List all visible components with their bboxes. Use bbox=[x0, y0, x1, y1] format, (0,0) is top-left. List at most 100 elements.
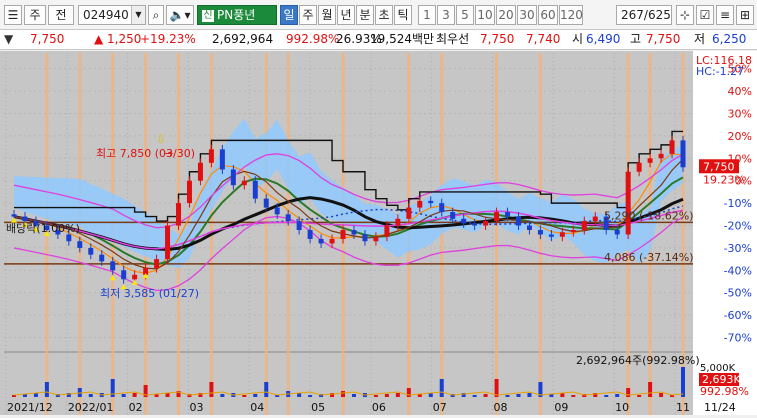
trade-amount: 19,524백만 bbox=[370, 32, 435, 46]
x-axis-label: 10 bbox=[615, 401, 629, 414]
interval-button-1[interactable]: 3 bbox=[437, 5, 455, 25]
search-icon[interactable]: ⌕ bbox=[148, 5, 164, 25]
axis-tick-label: 40% bbox=[728, 85, 752, 98]
candle-body bbox=[625, 171, 631, 235]
support-level-2-label: 4,086 (-37.14%) bbox=[604, 251, 693, 264]
candle-body bbox=[636, 162, 642, 172]
low-annotation: 최저 3,585 (01/27) bbox=[100, 287, 199, 300]
volume-bar bbox=[209, 382, 214, 397]
axis-tick-label: 30% bbox=[728, 107, 752, 120]
grid-icon[interactable]: ⊞ bbox=[736, 5, 754, 25]
candle-body bbox=[395, 218, 401, 226]
volume-bar bbox=[637, 395, 642, 397]
volume-bar bbox=[681, 367, 685, 397]
candle-body bbox=[647, 158, 653, 163]
x-axis-label: 11 bbox=[676, 401, 690, 414]
candle-body bbox=[165, 225, 171, 260]
volume-bar bbox=[648, 382, 653, 397]
period-button-1[interactable]: 주 bbox=[299, 5, 317, 25]
volume-bar bbox=[242, 395, 247, 397]
speaker-icon[interactable]: 🔈▾ bbox=[166, 5, 194, 25]
candle-body bbox=[505, 212, 511, 217]
candle-body bbox=[318, 238, 324, 244]
volume-bar bbox=[571, 395, 576, 397]
candle-body bbox=[494, 212, 500, 222]
period-button-5[interactable]: 초 bbox=[375, 5, 393, 25]
candle-body bbox=[208, 149, 214, 163]
candle-body bbox=[110, 261, 116, 271]
x-axis-label: 06 bbox=[372, 401, 386, 414]
company-icon: 신 bbox=[202, 9, 214, 22]
chart-area[interactable]: 50% 40% 30% 20% 10% 0% -10% -20% -30% -40% -50% -60… bbox=[0, 51, 757, 415]
interval-button-7[interactable]: 120 bbox=[559, 5, 583, 25]
volume-bar bbox=[472, 395, 477, 397]
company-name-button[interactable]: 신 PN풍년 bbox=[197, 5, 277, 25]
interval-button-6[interactable]: 60 bbox=[538, 5, 558, 25]
crosshair-icon[interactable]: ⊹ bbox=[676, 5, 694, 25]
chart-toolbar: ☰ 주 전 024940 ▼ ⌕ 🔈▾ 신 PN풍년 일주월년분초틱 1 3 5 10 2… bbox=[0, 0, 757, 30]
interval-button-4[interactable]: 20 bbox=[496, 5, 516, 25]
candle-body bbox=[88, 247, 94, 255]
period-button-2[interactable]: 월 bbox=[318, 5, 336, 25]
price-chart[interactable]: 50%40%30%20%10%0%-10%-20%-30%-40%-50%-60… bbox=[0, 51, 757, 415]
event-marker bbox=[495, 53, 499, 415]
candle-body bbox=[219, 149, 225, 170]
chevron-down-icon[interactable]: ▼ bbox=[4, 30, 13, 49]
volume-label: 2,692,964주(992.98%) bbox=[576, 354, 700, 367]
period-button-6[interactable]: 틱 bbox=[394, 5, 412, 25]
x-axis-label: 2022/01 bbox=[68, 401, 114, 414]
candle-body bbox=[230, 169, 236, 186]
volume-bar bbox=[341, 391, 346, 397]
x-axis-label: 2021/12 bbox=[7, 401, 53, 414]
volume-bar bbox=[527, 393, 532, 397]
candle-body bbox=[581, 221, 587, 231]
stock-code-input[interactable]: 024940 ▼ bbox=[78, 5, 146, 25]
arrow-down-icon: ⇩ bbox=[156, 132, 166, 146]
settings-icon[interactable]: ☰ bbox=[4, 5, 22, 25]
candle-body bbox=[263, 198, 269, 208]
period-button-4[interactable]: 분 bbox=[356, 5, 374, 25]
volume-bar bbox=[659, 393, 664, 397]
axis-tick-label: -30% bbox=[724, 242, 752, 255]
period-button-0[interactable]: 일 bbox=[280, 5, 298, 25]
interval-button-0[interactable]: 1 bbox=[418, 5, 436, 25]
period-button-3[interactable]: 년 bbox=[337, 5, 355, 25]
checkbox-icon[interactable]: ☑ bbox=[696, 5, 714, 25]
volume-bar bbox=[406, 388, 411, 397]
candle-body bbox=[592, 216, 598, 222]
candle-body bbox=[483, 221, 489, 226]
axis-tick-label: -70% bbox=[724, 332, 752, 345]
candle-body bbox=[307, 230, 313, 239]
volume-current-pct: 992.98% bbox=[700, 385, 749, 398]
interval-button-5[interactable]: 30 bbox=[517, 5, 537, 25]
candle-body bbox=[406, 207, 412, 219]
prev-button[interactable]: 전 bbox=[48, 5, 74, 25]
candle-body bbox=[329, 238, 335, 244]
x-axis-label: 08 bbox=[494, 401, 508, 414]
axis-tick-label: -50% bbox=[724, 287, 752, 300]
candle-body bbox=[362, 234, 368, 242]
candle-body bbox=[66, 234, 72, 242]
candle-body bbox=[428, 200, 434, 204]
best-bid: 7,740 bbox=[526, 32, 561, 46]
x-axis-label: 04 bbox=[250, 401, 264, 414]
candle-body bbox=[472, 223, 478, 226]
x-axis-label: 09 bbox=[554, 401, 568, 414]
interval-button-2[interactable]: 5 bbox=[456, 5, 474, 25]
market-select[interactable]: 주 bbox=[24, 5, 46, 25]
candle-body bbox=[537, 230, 543, 235]
volume-bar bbox=[351, 394, 356, 397]
x-axis-label: 03 bbox=[189, 401, 203, 414]
candle-body bbox=[99, 254, 105, 262]
chevron-down-icon[interactable]: ▼ bbox=[131, 6, 145, 24]
market-label: 주 bbox=[29, 8, 41, 22]
event-marker bbox=[286, 53, 290, 415]
x-axis-label: 07 bbox=[433, 401, 447, 414]
volume-bar bbox=[264, 382, 269, 397]
volume-bar bbox=[121, 394, 126, 397]
candle-body bbox=[384, 225, 390, 237]
interval-button-3[interactable]: 10 bbox=[475, 5, 495, 25]
volume-bar bbox=[395, 393, 400, 397]
hc-label: HC:-1.27 bbox=[696, 65, 744, 78]
list-icon[interactable]: ≡ bbox=[716, 5, 734, 25]
